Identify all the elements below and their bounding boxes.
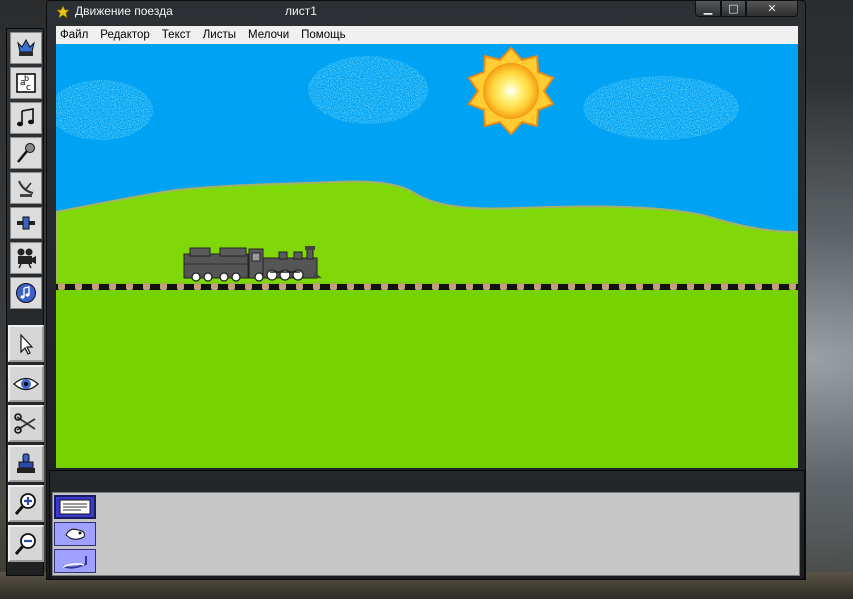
stamp-icon bbox=[17, 453, 35, 473]
movie-camera-icon bbox=[17, 248, 36, 269]
svg-text:b: b bbox=[24, 74, 29, 83]
turtle-icon bbox=[17, 38, 35, 56]
svg-text:c: c bbox=[26, 83, 31, 93]
satellite-icon bbox=[18, 180, 34, 197]
tool-text[interactable]: a c b bbox=[10, 67, 42, 99]
tool-music-disc[interactable] bbox=[10, 277, 42, 309]
slider-icon bbox=[17, 216, 35, 230]
tool-microphone[interactable] bbox=[10, 137, 42, 169]
page-text-icon bbox=[59, 499, 91, 515]
tool-zoom-in[interactable] bbox=[8, 485, 44, 522]
grass bbox=[56, 282, 798, 468]
pointer-icon bbox=[20, 332, 34, 355]
minimize-button[interactable]: ▁ bbox=[695, 1, 721, 17]
menu-editor[interactable]: Редактор bbox=[95, 29, 157, 41]
tool-stamp[interactable] bbox=[8, 445, 44, 482]
menu-help[interactable]: Помощь bbox=[296, 29, 352, 41]
menu-file[interactable]: Файл bbox=[56, 29, 95, 41]
close-button[interactable]: ✕ bbox=[746, 1, 798, 17]
page-thumbnail-2[interactable] bbox=[54, 522, 96, 546]
title-bar[interactable]: Движение поезда лист1 ▁ □ ✕ bbox=[47, 1, 805, 23]
tool-pointer[interactable] bbox=[8, 325, 44, 362]
music-disc-icon bbox=[16, 283, 36, 303]
tool-turtle[interactable] bbox=[10, 32, 42, 64]
scene bbox=[56, 44, 798, 468]
cloud-middle bbox=[308, 56, 428, 124]
menu-misc[interactable]: Мелочи bbox=[243, 29, 296, 41]
page-thumbnail-1[interactable] bbox=[54, 495, 96, 519]
close-icon: ✕ bbox=[767, 2, 777, 15]
tool-music[interactable] bbox=[10, 102, 42, 134]
music-note-icon bbox=[17, 108, 34, 127]
app-icon bbox=[56, 5, 70, 19]
minimize-icon: ▁ bbox=[703, 2, 713, 15]
tool-scissors[interactable] bbox=[8, 405, 44, 442]
tool-movie[interactable] bbox=[10, 242, 42, 274]
page-thumbnails bbox=[52, 493, 98, 575]
page-shape-icon bbox=[65, 528, 85, 540]
tool-zoom-out[interactable] bbox=[8, 525, 44, 562]
menu-sheets[interactable]: Листы bbox=[198, 29, 243, 41]
microphone-icon bbox=[17, 143, 35, 163]
eye-icon bbox=[13, 377, 39, 390]
maximize-button[interactable]: □ bbox=[721, 1, 746, 17]
zoom-in-icon bbox=[14, 492, 36, 515]
tool-eye[interactable] bbox=[8, 365, 44, 402]
cloud-right bbox=[583, 76, 739, 140]
tool-palette: a c b bbox=[6, 28, 44, 576]
maximize-icon: □ bbox=[728, 2, 739, 15]
tool-satellite[interactable] bbox=[10, 172, 42, 204]
menu-bar: Файл Редактор Текст Листы Мелочи Помощь bbox=[56, 26, 798, 45]
zoom-out-icon bbox=[14, 532, 36, 555]
text-icon: a c b bbox=[16, 73, 36, 93]
page-thumbnail-3[interactable] bbox=[54, 549, 96, 573]
scissors-icon bbox=[14, 412, 36, 434]
tool-slider[interactable] bbox=[10, 207, 42, 239]
drawing-canvas[interactable] bbox=[56, 44, 798, 468]
pages-strip[interactable] bbox=[52, 492, 800, 576]
railway-track bbox=[56, 283, 798, 290]
menu-text[interactable]: Текст bbox=[157, 29, 198, 41]
sheet-name: лист1 bbox=[285, 4, 317, 18]
window-title: Движение поезда bbox=[75, 4, 173, 18]
page-wave-icon bbox=[62, 556, 87, 569]
